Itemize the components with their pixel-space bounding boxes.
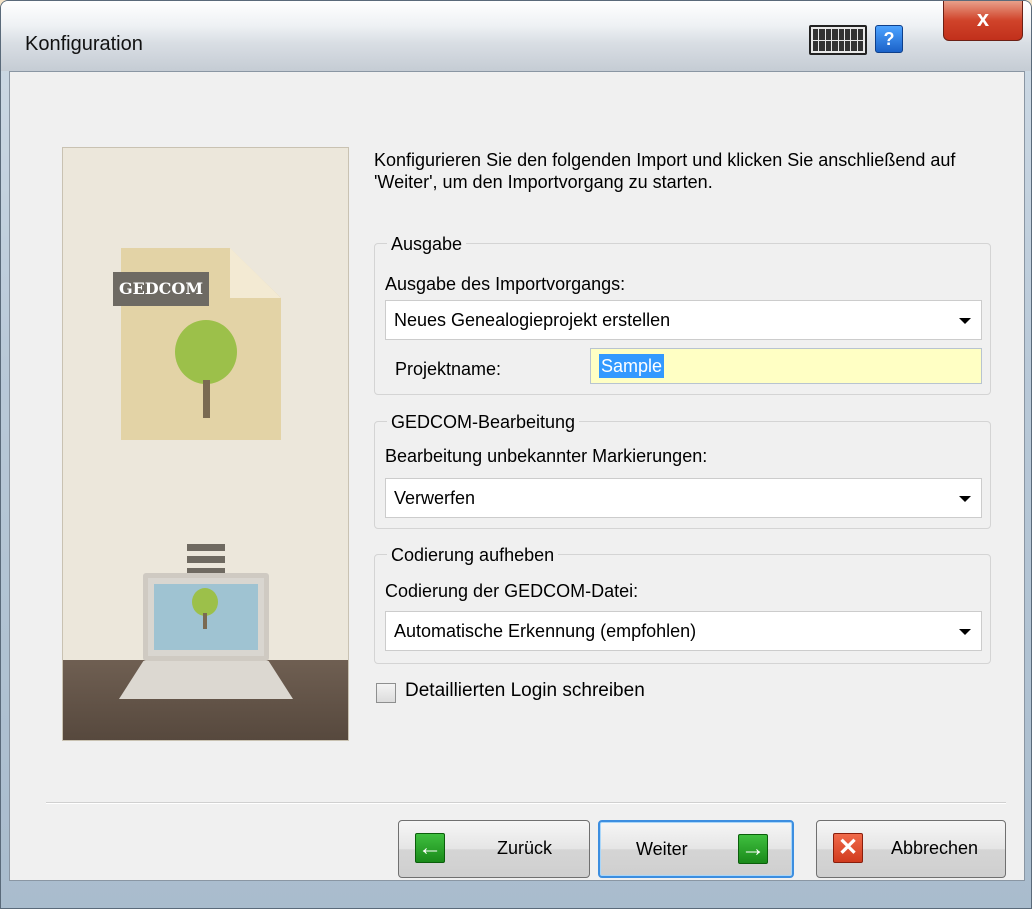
chevron-down-icon: [959, 629, 971, 635]
gedcom-group-legend: GEDCOM-Bearbeitung: [387, 411, 580, 433]
title-bar: Konfiguration ? x: [1, 1, 1031, 71]
tree-icon: [175, 320, 237, 384]
laptop-screen: [143, 573, 269, 661]
intro-text: Konfigurieren Sie den folgenden Import u…: [374, 150, 956, 192]
import-illustration: GEDCOM: [62, 147, 349, 741]
back-button-label: Zurück: [497, 838, 553, 858]
dialog-client-area: GEDCOM Konfigurieren Sie den folgenden I…: [9, 71, 1025, 881]
cancel-button-label: Abbrechen: [891, 838, 979, 858]
project-name-value: Sample: [599, 354, 665, 378]
encoding-select[interactable]: Automatische Erkennung (empfohlen): [385, 611, 982, 651]
tree-trunk: [203, 380, 210, 418]
arrow-bar: [187, 544, 225, 551]
next-button[interactable]: Weiter →: [598, 820, 794, 878]
detailed-log-checkbox[interactable]: [376, 683, 396, 703]
encoding-select-value: Automatische Erkennung (empfohlen): [394, 621, 697, 641]
encoding-group-legend: Codierung aufheben: [387, 544, 559, 566]
back-button[interactable]: ← Zurück: [398, 820, 590, 878]
chevron-down-icon: [959, 318, 971, 324]
help-icon[interactable]: ?: [875, 25, 903, 53]
chevron-down-icon: [959, 496, 971, 502]
output-select-value: Neues Genealogieprojekt erstellen: [394, 310, 671, 330]
tree-trunk: [203, 613, 207, 629]
divider: [46, 802, 1006, 804]
arrow-right-icon: →: [738, 834, 768, 864]
unknown-tags-select-value: Verwerfen: [394, 488, 476, 508]
configuration-window: Konfiguration ? x GEDCOM Konfigurieren S…: [0, 0, 1032, 909]
encoding-label: Codierung der GEDCOM-Datei:: [385, 581, 639, 601]
output-group: Ausgabe Ausgabe des Importvorgangs: Neue…: [374, 233, 991, 395]
next-button-label: Weiter: [636, 839, 688, 859]
encoding-group: Codierung aufheben Codierung der GEDCOM-…: [374, 544, 991, 664]
gedcom-processing-group: GEDCOM-Bearbeitung Bearbeitung unbekannt…: [374, 411, 991, 529]
arrow-left-icon: ←: [415, 833, 445, 863]
keyboard-icon[interactable]: [809, 25, 867, 55]
output-label: Ausgabe des Importvorgangs:: [385, 274, 626, 294]
cancel-x-icon: ✕: [833, 833, 863, 863]
close-button[interactable]: x: [943, 1, 1023, 41]
close-icon: x: [976, 6, 990, 31]
detailed-log-label[interactable]: Detaillierten Login schreiben: [405, 678, 645, 704]
window-title: Konfiguration: [25, 33, 143, 55]
gedcom-badge: GEDCOM: [113, 272, 209, 306]
output-select[interactable]: Neues Genealogieprojekt erstellen: [385, 300, 982, 340]
output-group-legend: Ausgabe: [387, 233, 467, 255]
unknown-tags-select[interactable]: Verwerfen: [385, 478, 982, 518]
laptop-base: [119, 661, 293, 699]
arrow-bar: [187, 556, 225, 563]
cancel-button[interactable]: ✕ Abbrechen: [816, 820, 1006, 878]
project-name-input[interactable]: Sample: [590, 348, 982, 384]
tree-icon: [192, 588, 218, 616]
unknown-tags-label: Bearbeitung unbekannter Markierungen:: [385, 446, 708, 466]
project-name-label: Projektname:: [395, 359, 502, 379]
